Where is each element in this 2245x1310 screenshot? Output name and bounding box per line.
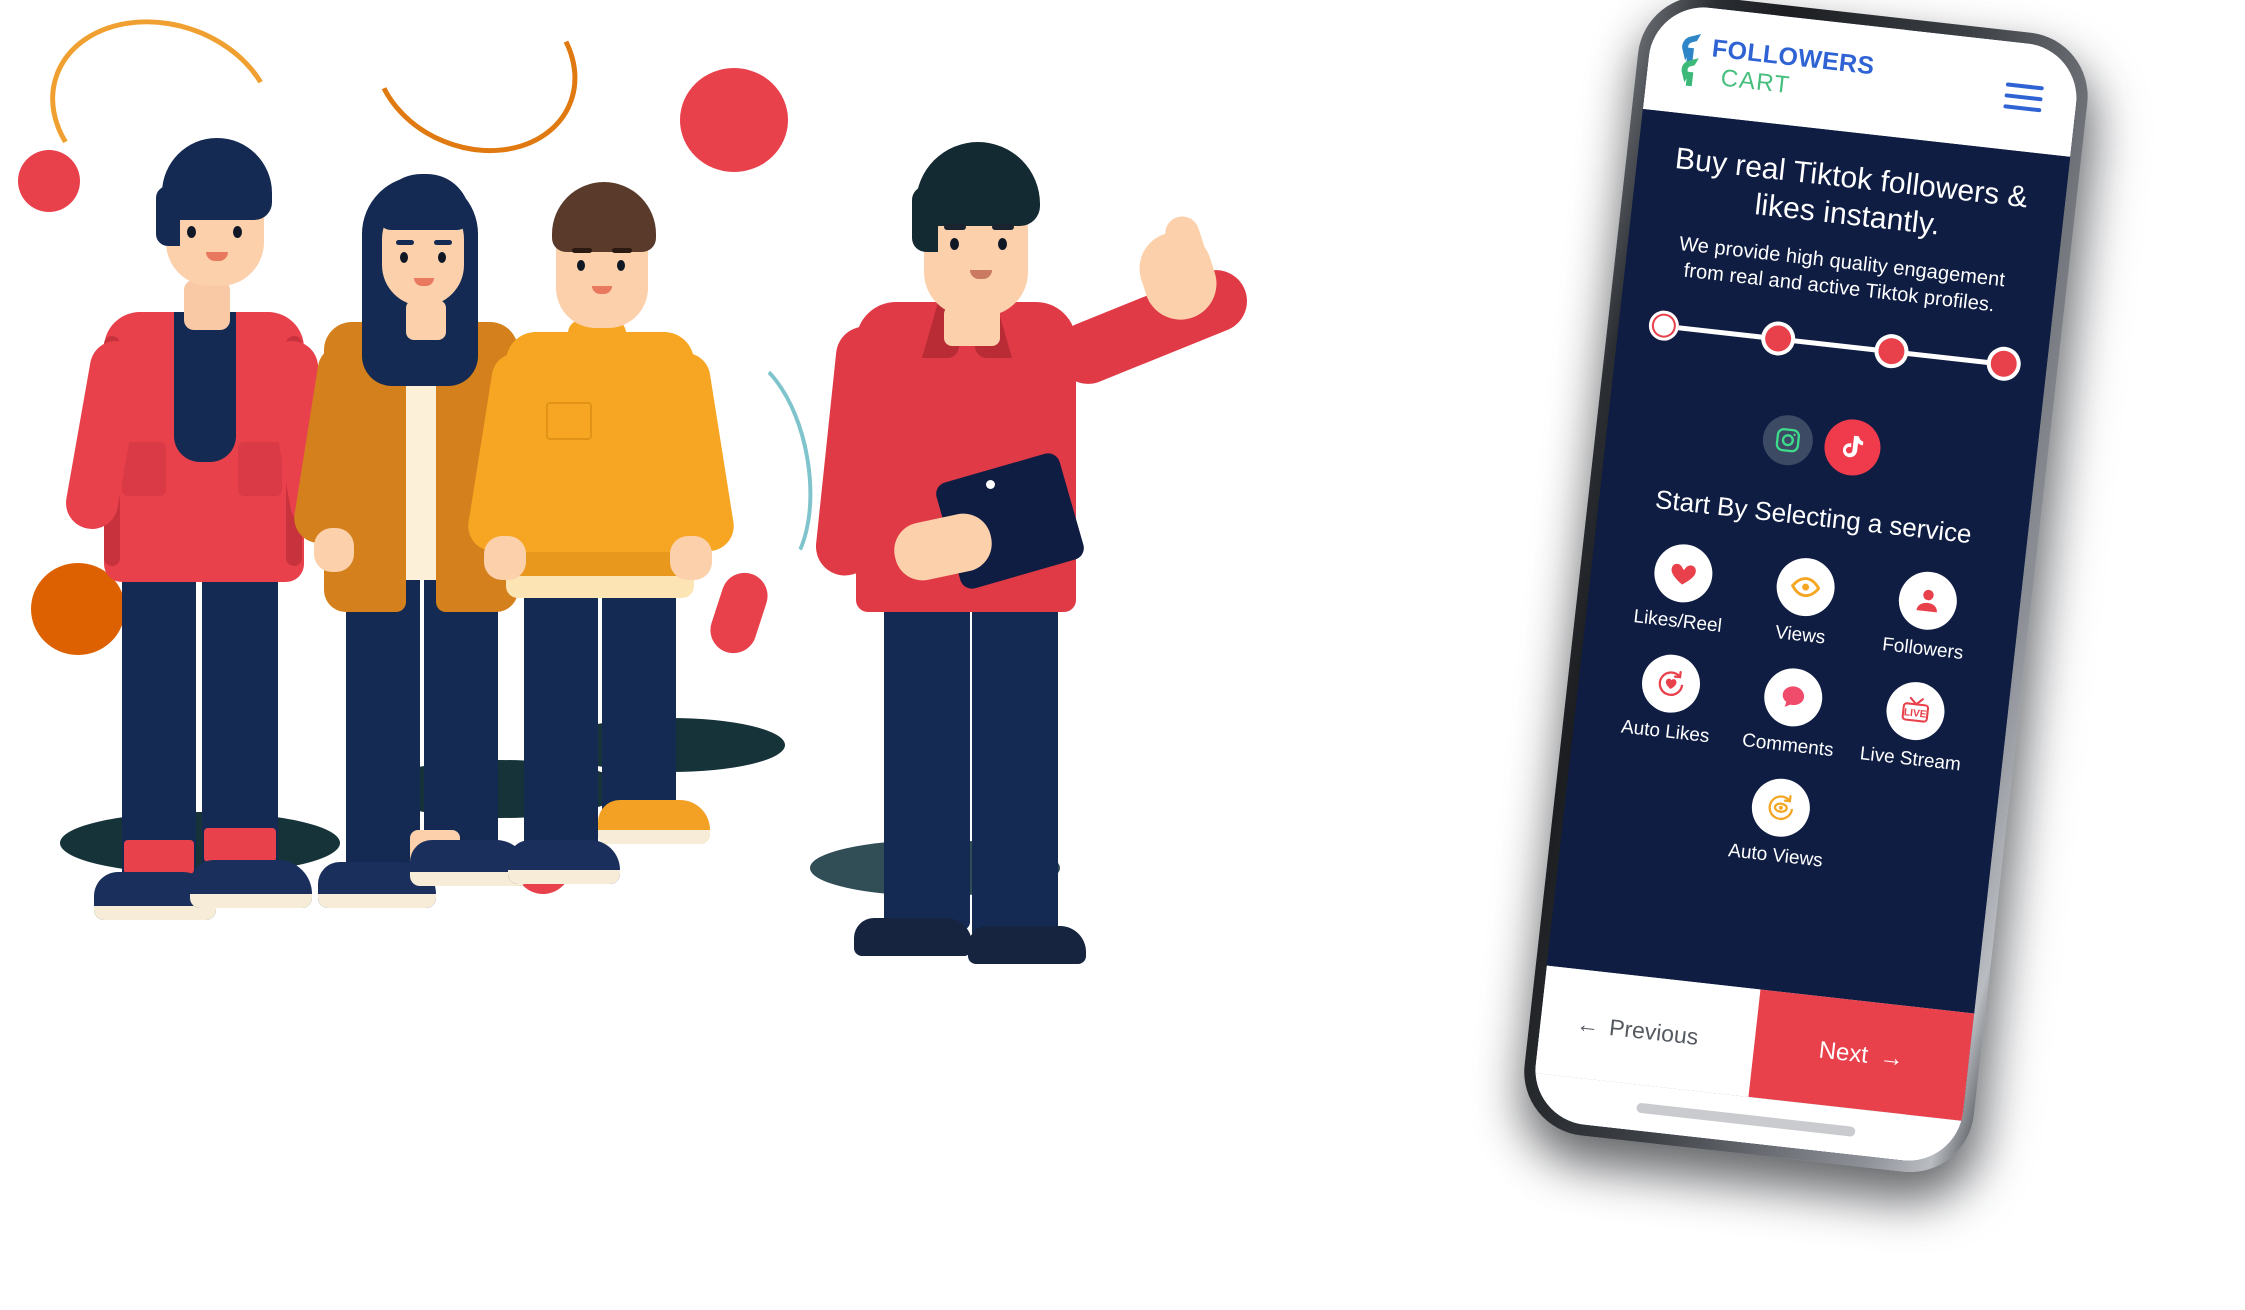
tiktok-icon[interactable]	[1821, 416, 1884, 479]
svg-text:LIVE: LIVE	[1904, 707, 1928, 720]
user-icon	[1896, 568, 1961, 634]
platform-selector	[1760, 410, 1884, 479]
phone-frame: FOLLOWERS CART Buy real Tiktok followers…	[1517, 0, 2095, 1179]
service-label: Followers	[1881, 634, 1965, 665]
section-title: Start By Selecting a service	[1653, 484, 1974, 550]
service-comments[interactable]: Comments	[1725, 662, 1857, 764]
service-label: Live Stream	[1858, 743, 1962, 776]
stepper-step-1[interactable]	[1647, 309, 1681, 343]
heart-icon	[1650, 541, 1716, 606]
progress-stepper	[1647, 309, 2019, 379]
service-label: Likes/Reel	[1632, 606, 1723, 638]
home-indicator[interactable]	[1635, 1102, 1856, 1137]
service-label: Auto Likes	[1619, 716, 1711, 748]
service-views[interactable]: Views	[1738, 552, 1870, 654]
app-content: Buy real Tiktok followers & likes instan…	[1546, 108, 2071, 1014]
eye-icon	[1773, 555, 1838, 620]
service-auto-views[interactable]: Auto Views	[1713, 772, 1845, 874]
service-likes-reel[interactable]: Likes/Reel	[1615, 538, 1747, 640]
auto-heart-icon	[1638, 651, 1703, 716]
comment-icon	[1761, 665, 1826, 730]
arrow-left-icon: ←	[1575, 1009, 1601, 1039]
brand-logo[interactable]: FOLLOWERS CART	[1676, 32, 1876, 106]
stepper-step-3[interactable]	[1876, 336, 1906, 366]
service-auto-likes[interactable]: Auto Likes	[1603, 648, 1735, 750]
phone-mockup: FOLLOWERS CART Buy real Tiktok followers…	[1514, 0, 2113, 1215]
instagram-icon[interactable]	[1760, 412, 1816, 469]
hamburger-menu-icon[interactable]	[2003, 82, 2044, 113]
auto-eye-icon	[1748, 775, 1813, 840]
service-live-stream[interactable]: LIVE Live Stream	[1848, 676, 1980, 778]
service-label: Auto Views	[1727, 840, 1824, 872]
person-orange-sweater	[464, 140, 738, 884]
previous-label: Previous	[1607, 1013, 1700, 1050]
stepper-step-2[interactable]	[1764, 324, 1793, 354]
illustration-canvas: FOLLOWERS CART Buy real Tiktok followers…	[0, 0, 2245, 1310]
service-followers[interactable]: Followers	[1860, 565, 1992, 667]
stepper-track	[1660, 323, 2005, 368]
service-label: Views	[1773, 622, 1827, 649]
next-label: Next	[1817, 1036, 1870, 1069]
arrow-right-icon: →	[1878, 1043, 1906, 1073]
person-presenter-pointing	[813, 120, 1257, 964]
followers-cart-logo-icon	[1676, 32, 1712, 87]
live-tv-icon: LIVE	[1883, 679, 1948, 744]
service-label: Comments	[1740, 730, 1835, 762]
service-grid: Likes/Reel Views Followers Auto Likes Co…	[1590, 538, 1992, 888]
stepper-step-4[interactable]	[1989, 349, 2019, 379]
